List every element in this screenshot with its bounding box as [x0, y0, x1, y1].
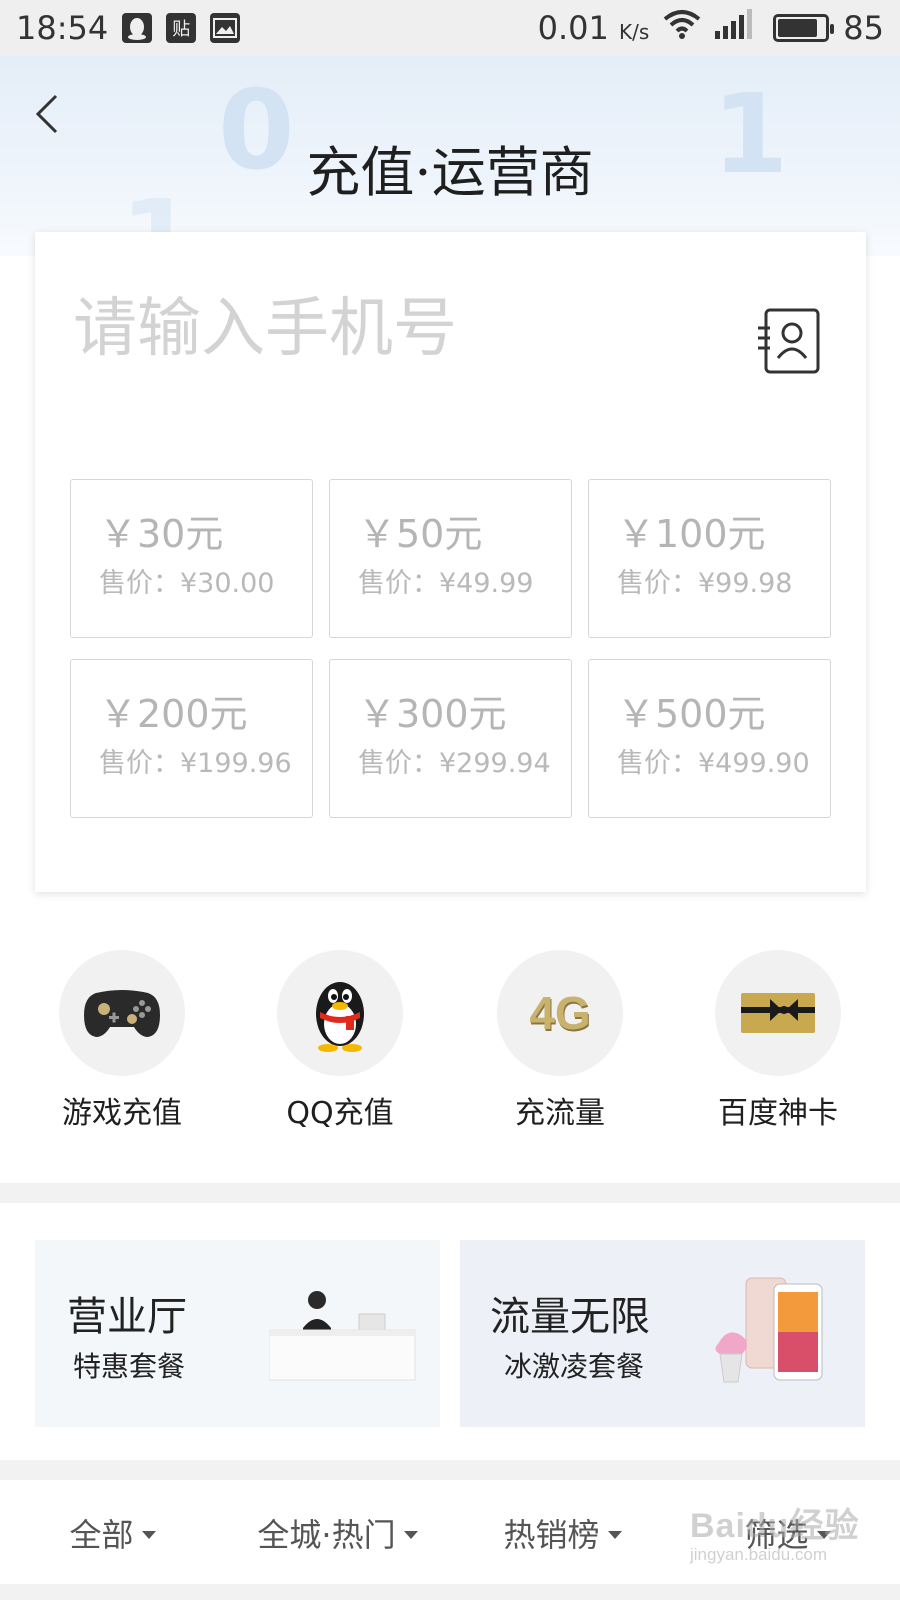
bottom-divider: [0, 1584, 900, 1600]
promo-unlimited-data[interactable]: 流量无限 冰激凌套餐: [460, 1240, 865, 1427]
service-baidu-card[interactable]: 百度神卡: [678, 950, 878, 1132]
service-label: 游戏充值: [62, 1096, 182, 1131]
gamepad-icon: [59, 950, 185, 1076]
promo-subtitle: 特惠套餐: [73, 1350, 186, 1383]
network-speed: 0.01 K/s: [537, 9, 650, 47]
watermark-main: Baidu经验: [690, 1507, 860, 1545]
image-icon: [210, 13, 241, 43]
service-game-recharge[interactable]: 游戏充值: [22, 950, 222, 1132]
promo-business-hall[interactable]: 营业厅 特惠套餐: [35, 1240, 440, 1427]
amount-price: 售价：¥199.96: [99, 748, 292, 779]
filter-label: 热销榜: [503, 1515, 600, 1554]
signal-icon: [715, 9, 759, 47]
service-data-recharge[interactable]: 4G 充流量: [460, 950, 660, 1132]
amount-option-500[interactable]: ￥500元 售价：¥499.90: [588, 659, 831, 818]
amount-price: 售价：¥299.94: [358, 748, 551, 779]
promo-title: 流量无限: [490, 1294, 650, 1340]
service-label: QQ充值: [286, 1096, 394, 1131]
page-title: 充值·运营商: [306, 141, 594, 204]
amount-price: 售价：¥99.98: [617, 568, 793, 599]
amount-face: ￥50元: [358, 512, 483, 556]
wifi-icon: [663, 9, 701, 47]
promo-subtitle: 冰激凌套餐: [504, 1350, 645, 1383]
battery-level: 85: [843, 9, 884, 47]
caret-down-icon: [607, 1530, 622, 1539]
watermark-sub: jingyan.baidu.com: [690, 1545, 828, 1564]
amount-face: ￥500元: [617, 692, 766, 736]
section-divider: [0, 1183, 900, 1203]
service-qq-recharge[interactable]: QQ充值: [240, 950, 440, 1132]
filter-label: 全城·热门: [257, 1515, 396, 1554]
amount-option-100[interactable]: ￥100元 售价：¥99.98: [588, 479, 831, 638]
4g-icon: 4G: [497, 950, 623, 1076]
clock: 18:54: [16, 9, 109, 47]
contact-book-icon: [758, 308, 820, 374]
amount-option-30[interactable]: ￥30元 售价：¥30.00: [70, 479, 313, 638]
recharge-card: ￥30元 售价：¥30.00 ￥50元 售价：¥49.99 ￥100元 售价：¥…: [35, 232, 866, 892]
amount-option-50[interactable]: ￥50元 售价：¥49.99: [329, 479, 572, 638]
amount-option-300[interactable]: ￥300元 售价：¥299.94: [329, 659, 572, 818]
service-shortcuts: 游戏充值 QQ充值 4G 充流量 百度神卡: [0, 950, 900, 1132]
filter-all[interactable]: 全部: [0, 1510, 225, 1556]
amount-grid: ￥30元 售价：¥30.00 ￥50元 售价：¥49.99 ￥100元 售价：¥…: [70, 479, 831, 818]
amount-face: ￥300元: [358, 692, 507, 736]
amount-price: 售价：¥499.90: [617, 748, 810, 779]
tieba-icon: 贴: [166, 13, 197, 43]
status-bar: 18:54 贴 0.01 K/s 85: [0, 0, 900, 56]
service-label: 百度神卡: [718, 1096, 838, 1131]
phone-input[interactable]: [73, 292, 693, 366]
service-label: 充流量: [515, 1096, 605, 1131]
filter-bestseller[interactable]: 热销榜: [450, 1510, 675, 1556]
gift-card-icon: [715, 950, 841, 1076]
baidu-jingyan-watermark: Baidu经验 jingyan.baidu.com: [690, 1498, 880, 1578]
contacts-button[interactable]: [756, 308, 822, 374]
amount-face: ￥100元: [617, 512, 766, 556]
caret-down-icon: [141, 1530, 156, 1539]
filter-label: 全部: [69, 1515, 134, 1554]
phone-icecream-illustration: [712, 1274, 832, 1390]
battery-icon: [773, 14, 835, 42]
filter-city-hot[interactable]: 全城·热门: [225, 1510, 450, 1556]
qq-icon: [122, 13, 153, 43]
amount-face: ￥200元: [99, 692, 248, 736]
amount-price: 售价：¥49.99: [358, 568, 534, 599]
amount-option-200[interactable]: ￥200元 售价：¥199.96: [70, 659, 313, 818]
caret-down-icon: [403, 1530, 418, 1539]
qq-penguin-icon: [277, 950, 403, 1076]
amount-face: ￥30元: [99, 512, 224, 556]
amount-price: 售价：¥30.00: [99, 568, 275, 599]
section-divider: [0, 1460, 900, 1480]
promo-title: 营业厅: [67, 1294, 187, 1340]
header: 0 1 1 充值·运营商: [0, 56, 900, 256]
service-desk-illustration: [268, 1280, 419, 1384]
back-button[interactable]: [26, 92, 66, 134]
